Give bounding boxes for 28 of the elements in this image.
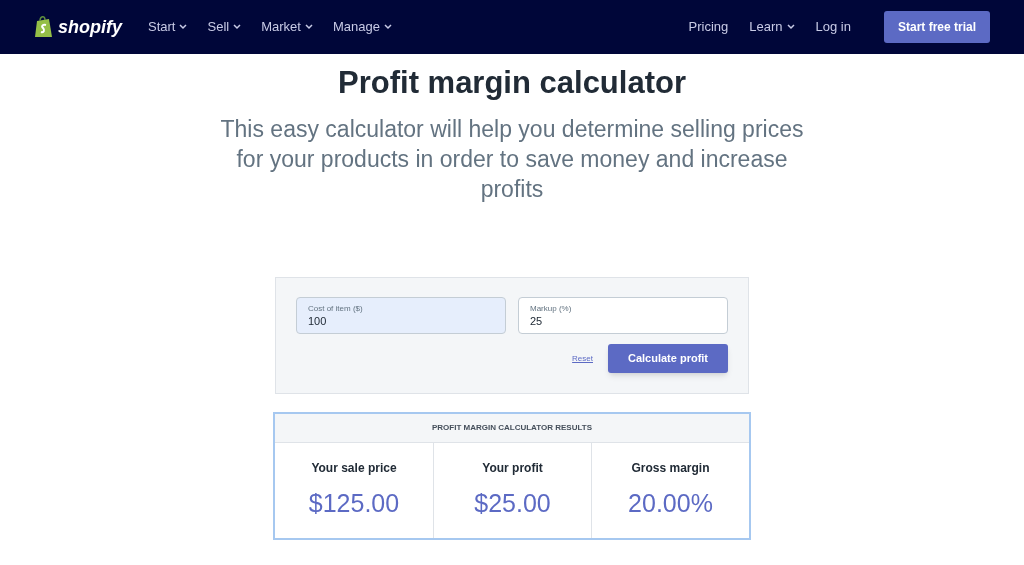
nav-link[interactable]: Manage [332, 17, 392, 37]
caret-icon [179, 24, 188, 30]
result-value: $25.00 [474, 487, 551, 519]
input-field[interactable]: Markup (%) 25 [518, 297, 728, 334]
caret-icon [383, 24, 392, 30]
nav-link[interactable]: Sell [207, 17, 242, 37]
nav-link[interactable]: Start [148, 17, 188, 37]
shopping-bag-icon [34, 15, 54, 39]
caret-icon [304, 24, 313, 30]
reset-link[interactable]: Reset [572, 352, 593, 365]
brand-logo[interactable]: shopify [58, 13, 122, 41]
result-value: $125.00 [308, 487, 400, 519]
page-subtitle: This easy calculator will help you determine selling prices for your products in order to save money and increase profits [219, 115, 805, 204]
calculate-profit-button[interactable]: Calculate profit [608, 344, 728, 373]
result-label: Your profit [482, 459, 543, 477]
nav-link[interactable]: Market [261, 17, 313, 37]
nav-link[interactable]: Pricing [688, 17, 729, 37]
page-title: Profit margin calculator [338, 64, 686, 102]
nav-link[interactable]: Log in [815, 17, 851, 37]
nav-link[interactable]: Learn [749, 17, 795, 37]
results-header: PROFIT MARGIN CALCULATOR RESULTS [275, 414, 749, 443]
result-label: Your sale price [311, 459, 397, 477]
input-field[interactable]: Cost of item ($) 100 [296, 297, 506, 334]
result-value: 20.00% [628, 487, 713, 519]
caret-icon [786, 24, 795, 30]
start-trial-button[interactable]: Start free trial [883, 11, 990, 43]
result-label: Gross margin [631, 459, 710, 477]
caret-icon [233, 24, 242, 30]
